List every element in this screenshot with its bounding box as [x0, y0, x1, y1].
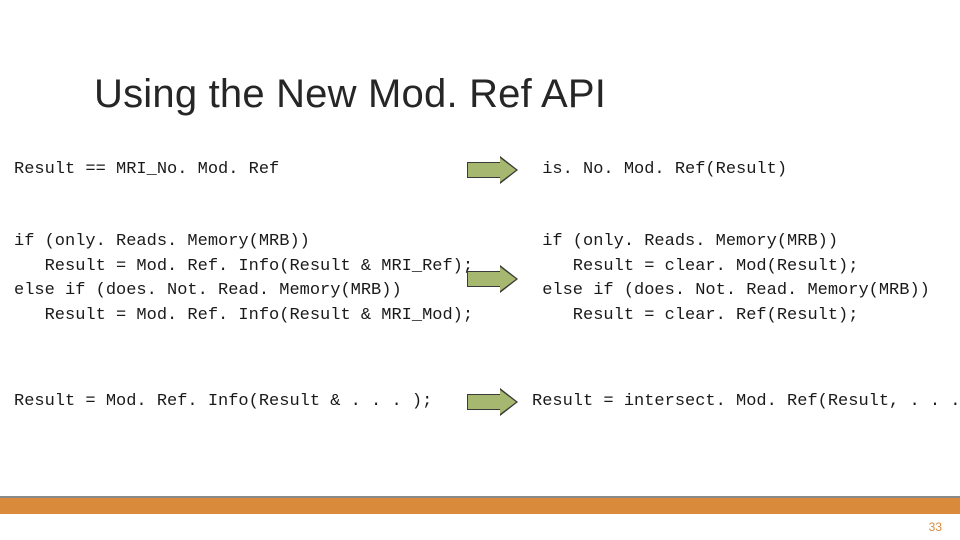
old-api-code-2: if (only. Reads. Memory(MRB)) Result = M… — [14, 230, 454, 329]
arrow-col-1 — [454, 159, 532, 181]
arrow-col-2 — [454, 268, 532, 290]
old-api-code-3: Result = Mod. Ref. Info(Result & . . . )… — [14, 390, 454, 415]
example-row-3: Result = Mod. Ref. Info(Result & . . . )… — [14, 390, 946, 415]
arrow-right-icon — [467, 391, 519, 413]
new-api-code-1: is. No. Mod. Ref(Result) — [532, 158, 946, 183]
example-row-2: if (only. Reads. Memory(MRB)) Result = M… — [14, 230, 946, 329]
page-number: 33 — [929, 520, 942, 534]
slide: Using the New Mod. Ref API Result == MRI… — [0, 0, 960, 540]
slide-title: Using the New Mod. Ref API — [94, 72, 606, 117]
example-row-1: Result == MRI_No. Mod. Ref is. No. Mod. … — [14, 158, 946, 183]
arrow-right-icon — [467, 159, 519, 181]
new-api-code-2: if (only. Reads. Memory(MRB)) Result = c… — [532, 230, 946, 329]
new-api-code-3: Result = intersect. Mod. Ref(Result, . .… — [532, 390, 960, 415]
footer-accent-bar — [0, 498, 960, 514]
old-api-code-1: Result == MRI_No. Mod. Ref — [14, 158, 454, 183]
arrow-right-icon — [467, 268, 519, 290]
arrow-col-3 — [454, 391, 532, 413]
